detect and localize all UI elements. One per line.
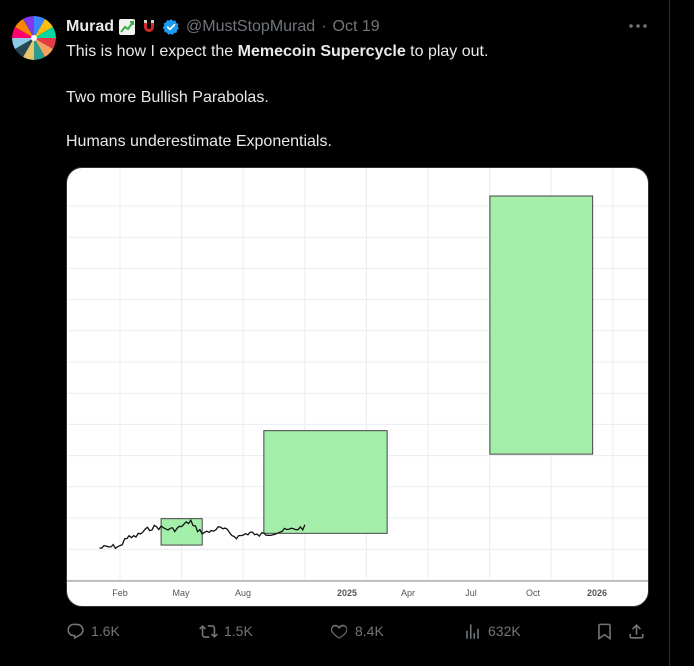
avatar[interactable] [12,16,56,60]
post-text-line-3: Humans underestimate Exponentials. [66,133,332,150]
post-text-part: This is how I expect the [66,43,238,60]
post-text-bold: Memecoin Supercycle [237,43,406,60]
post-date[interactable]: Oct 19 [333,18,380,36]
post-text-part: to play out. [405,43,489,60]
x-tick-label: Feb [112,588,128,598]
x-tick-label: Jul [465,588,477,598]
chart-boxes [160,195,594,546]
repost-button[interactable]: 1.5K [199,620,253,642]
x-tick-label: Oct [526,588,541,598]
views-button[interactable]: 632K [463,620,521,642]
x-tick-label: Aug [235,588,251,598]
like-button[interactable]: 8.4K [330,620,384,642]
post-text-line-2: Two more Bullish Parabolas. [66,89,269,106]
x-tick-label: 2026 [587,588,607,598]
separator: · [321,18,327,35]
scrollbar-track[interactable] [670,0,694,666]
magnet-emoji-icon [140,18,158,36]
parabola-box-2 [263,430,388,534]
x-tick-label: Apr [401,588,415,598]
like-count: 8.4K [355,623,384,639]
parabola-box-3 [489,195,594,455]
chart-svg: Feb May Aug 2025 Apr Jul Oct 2026 [67,168,648,598]
like-icon [330,624,348,639]
reply-count: 1.6K [91,623,120,639]
repost-icon [199,624,218,638]
post-container[interactable]: Murad @MustStopMurad · Oct 19 This is ho… [0,0,670,666]
post-image-chart[interactable]: Feb May Aug 2025 Apr Jul Oct 2026 [66,167,649,607]
bookmark-icon [598,623,611,640]
x-tick-label: 2025 [337,588,357,598]
views-icon [466,623,479,639]
chart-x-ticks: Feb May Aug 2025 Apr Jul Oct 2026 [112,588,607,598]
share-button[interactable] [627,620,646,642]
verified-icon[interactable] [162,18,180,36]
repost-count: 1.5K [224,623,253,639]
more-icon[interactable] [626,16,650,36]
post-header: Murad @MustStopMurad · Oct 19 [66,16,380,38]
bookmark-button[interactable] [595,620,614,642]
reply-icon [67,623,84,639]
chart-emoji-icon [118,18,136,36]
reply-button[interactable]: 1.6K [66,620,120,642]
author-name[interactable]: Murad [66,18,114,36]
share-icon [629,623,644,639]
post-text-line-1: This is how I expect the Memecoin Superc… [66,42,488,62]
parabola-box-1 [160,518,203,546]
action-bar: 1.6K 1.5K 8.4K 632K [66,620,650,642]
x-tick-label: May [172,588,190,598]
views-count: 632K [488,623,521,639]
author-handle[interactable]: @MustStopMurad [186,18,315,36]
